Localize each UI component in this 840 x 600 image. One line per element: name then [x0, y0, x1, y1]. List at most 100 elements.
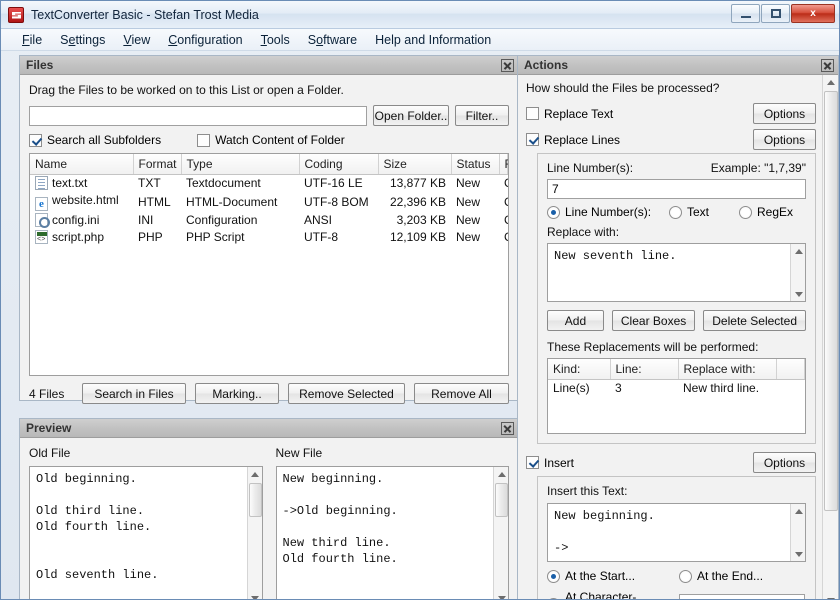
scroll-up-icon[interactable]	[494, 467, 509, 481]
column-header-status[interactable]: Status	[451, 154, 499, 175]
scroll-down-icon[interactable]	[248, 591, 263, 600]
at-the-start-radio[interactable]: At the Start...	[547, 569, 679, 583]
column-header-replace-with[interactable]: Replace with:	[678, 359, 777, 380]
new-file-preview[interactable]: New beginning. ->Old beginning. New thir…	[276, 466, 510, 600]
watch-content-checkbox[interactable]: Watch Content of Folder	[197, 133, 345, 147]
replace-text-checkbox[interactable]: Replace Text	[526, 107, 613, 121]
scroll-up-icon[interactable]	[248, 467, 263, 481]
menu-item-configuration[interactable]: Configuration	[159, 31, 251, 49]
insert-text-textarea[interactable]: New beginning. ->	[547, 503, 806, 562]
cell-coding: UTF-8	[299, 229, 378, 246]
preview-panel-title: Preview	[26, 421, 71, 435]
marking-button[interactable]: Marking..	[195, 383, 279, 404]
at-the-start-label: At the Start...	[565, 569, 635, 583]
replace-with-text: New seventh line.	[548, 244, 790, 301]
search-in-files-button[interactable]: Search in Files	[82, 383, 186, 404]
menu-item-software[interactable]: Software	[299, 31, 366, 49]
character-position-input[interactable]	[679, 594, 805, 600]
minimize-button[interactable]	[731, 4, 760, 23]
actions-panel-body: How should the Files be processed? Repla…	[518, 75, 838, 600]
column-header-size[interactable]: Size	[378, 154, 451, 175]
insert-this-text-label: Insert this Text:	[547, 484, 806, 498]
scroll-down-icon[interactable]	[791, 287, 806, 301]
old-preview-scrollbar[interactable]	[247, 467, 262, 600]
scroll-up-icon[interactable]	[823, 75, 839, 89]
column-header-line[interactable]: Line:	[610, 359, 678, 380]
scroll-down-icon[interactable]	[823, 593, 839, 600]
remove-all-button[interactable]: Remove All	[414, 383, 509, 404]
column-header-name[interactable]: Name	[30, 154, 133, 175]
cell-filepath: C:\U...	[499, 175, 508, 192]
radio-icon-at-end	[679, 570, 692, 583]
mode-text-radio[interactable]: Text	[669, 205, 739, 219]
menu-label-tools: ools	[267, 33, 290, 47]
scroll-thumb[interactable]	[249, 483, 262, 517]
delete-selected-button[interactable]: Delete Selected	[703, 310, 806, 331]
table-row[interactable]: script.php PHP PHP Script UTF-8 12,109 K…	[30, 229, 508, 246]
close-button[interactable]: x	[791, 4, 835, 23]
insert-text-scrollbar[interactable]	[790, 504, 805, 561]
replace-with-textarea[interactable]: New seventh line.	[547, 243, 806, 302]
scroll-thumb[interactable]	[824, 91, 838, 511]
mode-line-numbers-label: Line Number(s):	[565, 205, 651, 219]
replace-with-label: Replace with:	[547, 225, 806, 239]
scroll-up-icon[interactable]	[791, 244, 806, 258]
files-table[interactable]: Name Format Type Coding Size Status File…	[29, 153, 509, 376]
actions-panel-close-icon[interactable]	[821, 59, 834, 72]
scroll-down-icon[interactable]	[791, 547, 806, 561]
add-button[interactable]: Add	[547, 310, 604, 331]
menu-item-file[interactable]: File	[13, 31, 51, 49]
title-bar: TextConverter Basic - Stefan Trost Media…	[1, 1, 839, 29]
watch-content-label: Watch Content of Folder	[215, 133, 345, 147]
maximize-button[interactable]	[761, 4, 790, 23]
column-header-coding[interactable]: Coding	[299, 154, 378, 175]
replace-with-scrollbar[interactable]	[790, 244, 805, 301]
table-row[interactable]: Line(s) 3 New third line.	[548, 380, 805, 397]
preview-panel-close-icon[interactable]	[501, 422, 514, 435]
remove-selected-button[interactable]: Remove Selected	[288, 383, 405, 404]
column-header-extra[interactable]	[777, 359, 805, 380]
cell-filepath: C:\U...	[499, 212, 508, 229]
menu-item-tools[interactable]: Tools	[252, 31, 299, 49]
cell-coding: ANSI	[299, 212, 378, 229]
cell-size: 3,203 KB	[378, 212, 451, 229]
menu-item-view[interactable]: View	[114, 31, 159, 49]
open-folder-button[interactable]: Open Folder..	[373, 105, 449, 126]
menu-label-configuration: onfiguration	[177, 33, 242, 47]
insert-options-button[interactable]: Options	[753, 452, 816, 473]
column-header-format[interactable]: Format	[133, 154, 181, 175]
table-row[interactable]: text.txt TXT Textdocument UTF-16 LE 13,8…	[30, 175, 508, 192]
actions-panel-title: Actions	[524, 58, 568, 72]
insert-checkbox[interactable]: Insert	[526, 456, 574, 470]
clear-boxes-button[interactable]: Clear Boxes	[612, 310, 695, 331]
files-panel-close-icon[interactable]	[501, 59, 514, 72]
mode-regex-radio[interactable]: RegEx	[739, 205, 793, 219]
old-file-preview[interactable]: Old beginning. Old third line. Old fourt…	[29, 466, 263, 600]
table-row[interactable]: config.ini INI Configuration ANSI 3,203 …	[30, 212, 508, 229]
filter-button[interactable]: Filter..	[455, 105, 509, 126]
scroll-up-icon[interactable]	[791, 504, 806, 518]
menu-item-settings[interactable]: Settings	[51, 31, 114, 49]
search-all-subfolders-checkbox[interactable]: Search all Subfolders	[29, 133, 161, 147]
cell-type: Configuration	[181, 212, 299, 229]
replace-text-options-button[interactable]: Options	[753, 103, 816, 124]
table-row[interactable]: ewebsite.html HTML HTML-Document UTF-8 B…	[30, 192, 508, 212]
mode-line-numbers-radio[interactable]: Line Number(s):	[547, 205, 669, 219]
new-preview-scrollbar[interactable]	[493, 467, 508, 600]
menu-item-help[interactable]: Help and Information	[366, 31, 500, 49]
radio-icon-at-start	[547, 570, 560, 583]
at-character-position-radio[interactable]: At Character-Position:	[547, 590, 679, 600]
line-numbers-example-label: Example: "1,7,39"	[711, 161, 806, 175]
actions-panel-scrollbar[interactable]	[822, 75, 838, 600]
column-header-kind[interactable]: Kind:	[548, 359, 610, 380]
column-header-type[interactable]: Type	[181, 154, 299, 175]
line-numbers-input[interactable]	[547, 179, 806, 199]
scroll-thumb[interactable]	[495, 483, 508, 517]
replace-lines-checkbox[interactable]: Replace Lines	[526, 133, 620, 147]
replacements-table[interactable]: Kind: Line: Replace with: Line(s) 3 New …	[547, 358, 806, 434]
column-header-filepath[interactable]: Filep...	[499, 154, 508, 175]
at-the-end-radio[interactable]: At the End...	[679, 569, 763, 583]
replace-lines-options-button[interactable]: Options	[753, 129, 816, 150]
folder-path-input[interactable]	[29, 106, 367, 126]
scroll-down-icon[interactable]	[494, 591, 509, 600]
